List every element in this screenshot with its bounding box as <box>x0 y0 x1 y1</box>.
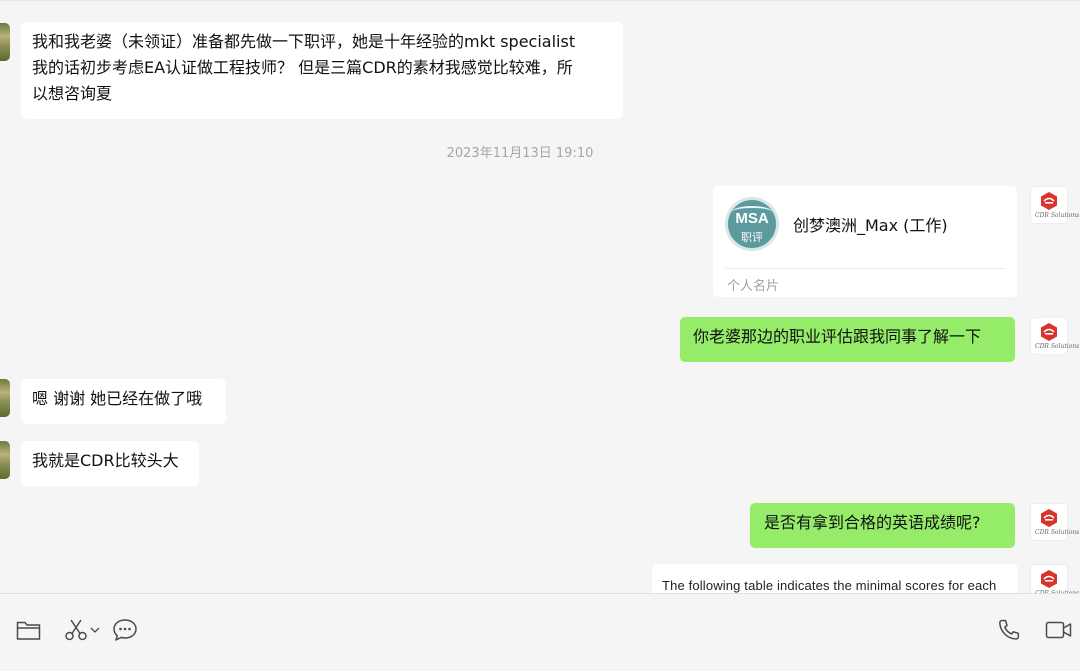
message-text: 我和我老婆（未领证）准备都先做一下职评，她是十年经验的mkt specialis… <box>32 32 576 51</box>
logo-signature: CDR Solutions <box>1035 343 1080 350</box>
message-timestamp: 2023年11月13日 19:10 <box>446 146 594 161</box>
input-toolbar <box>0 593 1080 671</box>
message-text: 你老婆那边的职业评估跟我同事了解一下 <box>693 327 982 346</box>
file-button[interactable] <box>16 617 41 643</box>
message-bubble-received: 我就是CDR比较头大 <box>21 441 199 486</box>
folder-icon <box>16 621 41 640</box>
message-bubble-sent: 是否有拿到合格的英语成绩呢? <box>750 503 1015 548</box>
cdr-logo-icon <box>1041 570 1057 588</box>
chevron-down-icon[interactable] <box>90 626 100 634</box>
cdr-logo-icon <box>1041 323 1057 341</box>
contact-card-name: 创梦澳洲_Max (工作) <box>793 216 948 235</box>
contact-avatar[interactable] <box>0 23 10 61</box>
my-avatar[interactable]: CDR Solutions <box>1030 186 1079 224</box>
message-bubble-sent: 你老婆那边的职业评估跟我同事了解一下 <box>680 317 1015 362</box>
phone-icon <box>999 619 1020 640</box>
message-text: 嗯 谢谢 她已经在做了哦 <box>32 389 203 408</box>
screenshot-button[interactable] <box>64 617 100 643</box>
contact-card-logo: MSA 职评 <box>725 197 779 251</box>
message-text: 是否有拿到合格的英语成绩呢? <box>764 513 981 532</box>
my-avatar[interactable]: CDR Solutions <box>1030 503 1079 541</box>
logo-signature: CDR Solutions <box>1035 212 1080 219</box>
video-call-icon <box>1045 621 1072 639</box>
chat-history[interactable]: 我和我老婆（未领证）准备都先做一下职评，她是十年经验的mkt specialis… <box>0 0 1080 593</box>
logo-text: MSA <box>735 210 769 227</box>
contact-avatar[interactable] <box>0 379 10 417</box>
my-avatar[interactable]: CDR Solutions <box>1030 317 1079 355</box>
contact-avatar[interactable] <box>0 441 10 479</box>
cdr-logo-icon <box>1041 509 1057 527</box>
my-avatar[interactable]: CDR Solutions <box>1030 564 1079 593</box>
video-call-button[interactable] <box>1045 617 1073 643</box>
message-text: 我就是CDR比较头大 <box>32 451 179 470</box>
chat-history-button[interactable] <box>112 617 138 643</box>
document-preview-text: The following table indicates the minima… <box>662 578 997 593</box>
message-text: 以想咨询夏 <box>32 84 113 103</box>
contact-card[interactable]: MSA 职评 创梦澳洲_Max (工作) 个人名片 <box>713 186 1017 297</box>
logo-subtext: 职评 <box>741 231 763 244</box>
document-preview-message[interactable]: The following table indicates the minima… <box>652 564 1018 593</box>
logo-signature: CDR Solutions <box>1035 529 1080 536</box>
message-bubble-received: 嗯 谢谢 她已经在做了哦 <box>21 379 226 424</box>
chat-bubble-icon <box>113 619 137 641</box>
cdr-logo-icon <box>1041 192 1057 210</box>
message-text: 我的话初步考虑EA认证做工程技师？ 但是三篇CDR的素材我感觉比较难，所 <box>32 58 573 77</box>
divider <box>725 268 1005 269</box>
voice-call-button[interactable] <box>997 617 1021 643</box>
contact-card-label: 个人名片 <box>727 279 780 294</box>
scissors-icon <box>65 619 87 641</box>
message-bubble-received: 我和我老婆（未领证）准备都先做一下职评，她是十年经验的mkt specialis… <box>21 22 623 119</box>
